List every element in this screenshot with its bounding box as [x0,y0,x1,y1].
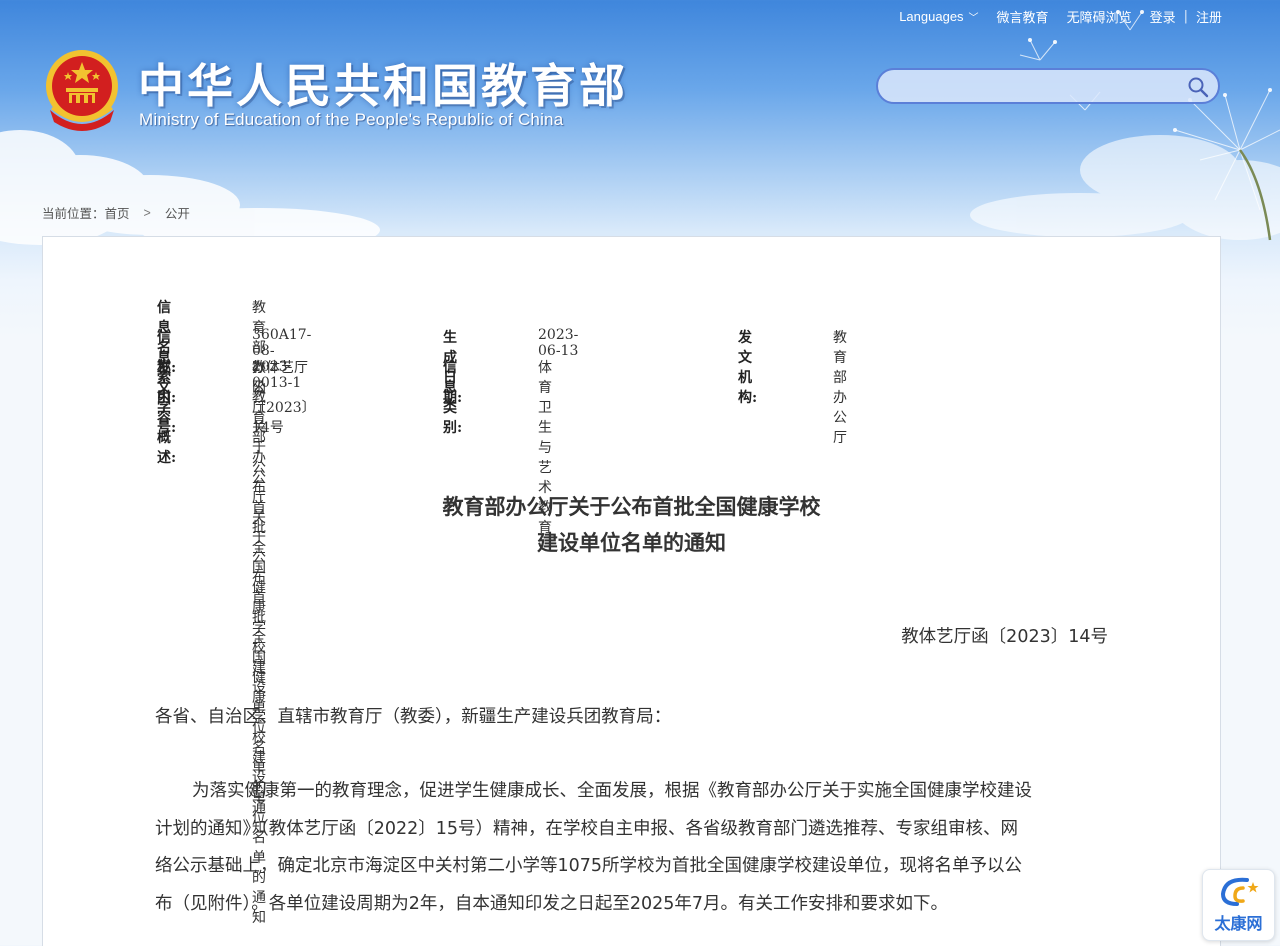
breadcrumb: 当前位置： 首页 > 公开 [42,203,190,222]
breadcrumb-home-link[interactable]: 首页 [105,203,130,222]
document-title-line2: 建设单位名单的通知 [537,531,726,555]
document-number: 教体艺厅函〔2023〕14号 [901,627,1108,647]
document-body-paragraph: 为落实健康第一的教育理念，促进学生健康成长、全面发展，根据《教育部办公厅关于实施… [155,773,1115,923]
top-utility-bar: Languages ﹀ 微言教育 无障碍浏览 登录 | 注册 [881,6,1222,26]
meta-category-label: 信息类别: [443,360,463,436]
watermark-logo: 太康网 [1202,869,1275,941]
meta-summary-label: 内容概述: [157,390,177,466]
accessible-browsing-link[interactable]: 无障碍浏览 [1067,7,1132,26]
breadcrumb-label: 当前位置： [42,206,105,221]
document-title: 教育部办公厅关于公布首批全国健康学校 建设单位名单的通知 [43,489,1220,561]
topbar-divider: | [1183,8,1188,24]
national-emblem-logo[interactable] [42,48,122,132]
watermark-text: 太康网 [1214,914,1263,933]
search-input[interactable] [892,76,1182,98]
document-addressee: 各省、自治区、直辖市教育厅（教委），新疆生产建设兵团教育局： [155,707,672,727]
site-title[interactable]: 中华人民共和国教育部 [138,50,628,116]
chevron-right-icon: > [143,205,151,220]
search-icon[interactable] [1187,76,1209,98]
site-subtitle: Ministry of Education of the People's Re… [139,110,564,129]
languages-menu[interactable]: Languages ﹀ [899,9,978,24]
document-title-line1: 教育部办公厅关于公布首批全国健康学校 [442,495,821,519]
login-link[interactable]: 登录 [1150,7,1176,26]
chevron-down-icon: ﹀ [968,12,979,24]
body-line: 络公示基础上，确定北京市海淀区中关村第二小学等1075所学校为首批全国健康学校建… [155,856,1023,876]
meta-org-value: 教育部办公厅 [833,330,847,446]
body-line: 计划的通知》（教体艺厅函〔2022〕15号）精神，在学校自主申报、各省级教育部门… [155,818,1019,839]
search-box [876,68,1220,104]
meta-date-value: 2023-06-13 [538,327,579,359]
body-line: 布（见附件）。各单位建设周期为2年，自本通知印发之日起至2025年7月。有关工作… [155,893,949,914]
watermark-icon [1220,877,1259,906]
body-line: 为落实健康第一的教育理念，促进学生健康成长、全面发展，根据《教育部办公厅关于实施… [192,781,1032,801]
weibo-link[interactable]: 微言教育 [997,7,1049,26]
languages-label: Languages [899,8,964,24]
breadcrumb-current-link[interactable]: 公开 [165,203,190,222]
meta-org-label: 发文机构: [738,330,758,406]
register-link[interactable]: 注册 [1196,7,1222,26]
article-panel: 信息名称: 教育部办公厅关于公布首批全国健康学校建设单位名单的通知 信息索引: … [42,236,1221,946]
